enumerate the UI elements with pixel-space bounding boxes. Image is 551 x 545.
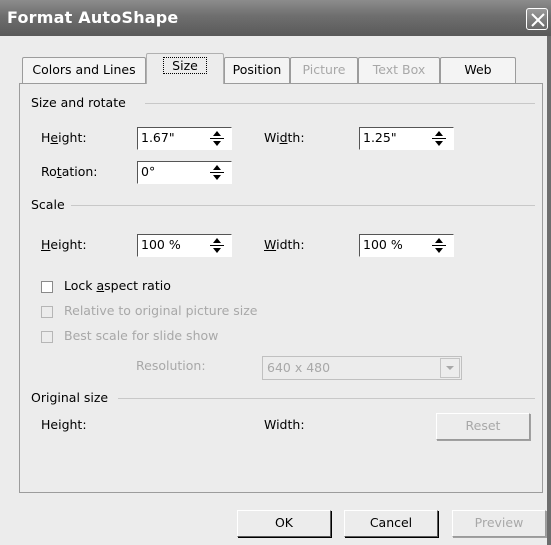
chevron-down-icon	[446, 366, 454, 370]
tab-label: Position	[232, 62, 282, 77]
window-title: Format AutoShape	[7, 8, 179, 27]
lock-aspect-label[interactable]: Lock aspect ratio	[64, 278, 171, 293]
resolution-label: Resolution:	[136, 358, 206, 373]
original-height-label: Height:	[41, 417, 87, 432]
relative-size-checkbox[interactable]	[41, 306, 53, 318]
scale-height-label: Height:	[41, 237, 87, 252]
resolution-value: 640 x 480	[267, 360, 331, 375]
preview-button[interactable]: Preview	[452, 510, 546, 537]
original-size-group-label: Original size	[31, 390, 109, 405]
dropdown-arrow[interactable]	[440, 358, 460, 378]
tab-picture[interactable]: Picture	[290, 57, 358, 83]
rotation-label: Rotation:	[41, 164, 98, 179]
tab-position[interactable]: Position	[224, 57, 290, 83]
group-divider	[145, 103, 535, 104]
group-divider	[71, 205, 535, 206]
tab-label: Picture	[302, 62, 346, 77]
tab-colors-and-lines[interactable]: Colors and Lines	[22, 57, 146, 83]
width-label: Width:	[264, 130, 305, 145]
tab-size[interactable]: Size	[146, 53, 224, 84]
best-scale-label: Best scale for slide show	[64, 328, 219, 343]
tab-text-box[interactable]: Text Box	[358, 57, 440, 83]
tab-web[interactable]: Web	[440, 57, 516, 83]
ok-button[interactable]: OK	[237, 510, 331, 537]
cancel-button[interactable]: Cancel	[344, 510, 438, 537]
lock-aspect-checkbox[interactable]	[41, 281, 53, 293]
tab-label: Colors and Lines	[32, 62, 136, 77]
best-scale-checkbox[interactable]	[41, 331, 53, 343]
close-button[interactable]	[526, 8, 548, 30]
width-spinner[interactable]	[430, 127, 448, 150]
tab-label: Web	[464, 62, 492, 77]
size-rotate-group-label: Size and rotate	[31, 95, 126, 110]
scale-height-spinner[interactable]	[208, 234, 226, 257]
resolution-select[interactable]: 640 x 480	[262, 356, 462, 380]
reset-button[interactable]: Reset	[436, 413, 530, 440]
height-spinner[interactable]	[208, 127, 226, 150]
height-label: Height:	[41, 130, 87, 145]
group-divider	[118, 398, 535, 399]
rotation-spinner[interactable]	[208, 161, 226, 184]
original-width-label: Width:	[264, 417, 305, 432]
tab-label: Text Box	[372, 62, 426, 77]
close-icon	[531, 13, 545, 27]
tab-label: Size	[163, 57, 207, 74]
scale-width-spinner[interactable]	[430, 234, 448, 257]
scale-group-label: Scale	[31, 197, 65, 212]
title-bar[interactable]: Format AutoShape	[0, 0, 551, 36]
relative-size-label: Relative to original picture size	[64, 303, 258, 318]
scale-width-label: Width:	[264, 237, 305, 252]
